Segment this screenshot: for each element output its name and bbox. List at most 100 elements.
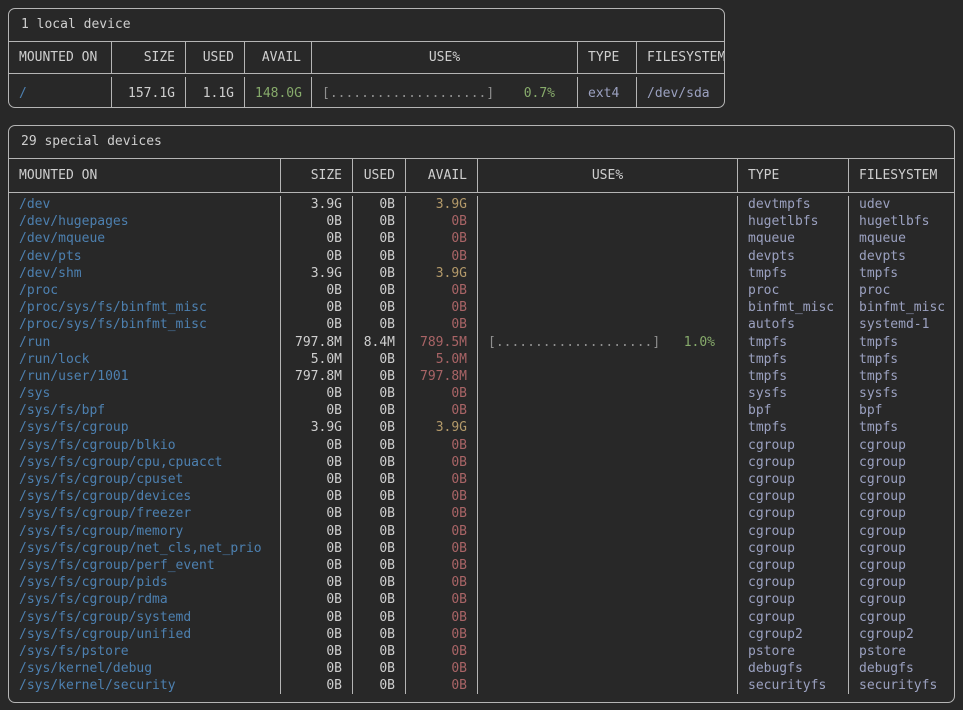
cell-used: 0B	[353, 282, 406, 299]
cell-use-percent: [....................]0.7%	[312, 77, 578, 108]
cell-mounted-on: /sys/fs/cgroup	[9, 419, 281, 436]
cell-size: 0B	[281, 557, 353, 574]
cell-use-percent	[478, 574, 738, 591]
column-header-mounted-on: MOUNTED ON	[9, 42, 112, 73]
column-header-used: USED	[353, 159, 406, 192]
cell-filesystem: tmpfs	[849, 334, 954, 351]
table-row: /sys0B0B0Bsysfssysfs	[9, 385, 954, 402]
special-devices-header: MOUNTED ON SIZE USED AVAIL USE% TYPE FIL…	[9, 159, 954, 193]
usage-percent: 0.7%	[524, 77, 555, 108]
cell-avail: 0B	[406, 282, 478, 299]
cell-mounted-on: /sys/fs/bpf	[9, 402, 281, 419]
cell-filesystem: tmpfs	[849, 368, 954, 385]
column-header-used: USED	[186, 42, 245, 73]
cell-used: 0B	[353, 265, 406, 282]
cell-use-percent	[478, 471, 738, 488]
column-header-size: SIZE	[112, 42, 186, 73]
cell-type: tmpfs	[738, 265, 849, 282]
cell-avail: 148.0G	[245, 77, 312, 108]
cell-use-percent	[478, 609, 738, 626]
cell-use-percent	[478, 677, 738, 694]
cell-filesystem: cgroup	[849, 557, 954, 574]
cell-filesystem: hugetlbfs	[849, 213, 954, 230]
cell-avail: 797.8M	[406, 368, 478, 385]
cell-filesystem: binfmt_misc	[849, 299, 954, 316]
cell-filesystem: bpf	[849, 402, 954, 419]
table-row: /dev/hugepages0B0B0Bhugetlbfshugetlbfs	[9, 213, 954, 230]
cell-type: securityfs	[738, 677, 849, 694]
table-row: /dev/shm3.9G0B3.9Gtmpfstmpfs	[9, 265, 954, 282]
cell-filesystem: cgroup	[849, 471, 954, 488]
cell-type: cgroup	[738, 591, 849, 608]
cell-size: 5.0M	[281, 351, 353, 368]
cell-used: 1.1G	[186, 77, 245, 108]
cell-mounted-on: /proc	[9, 282, 281, 299]
cell-use-percent	[478, 299, 738, 316]
cell-size: 797.8M	[281, 368, 353, 385]
cell-use-percent	[478, 368, 738, 385]
cell-avail: 0B	[406, 213, 478, 230]
cell-use-percent	[478, 265, 738, 282]
cell-filesystem: pstore	[849, 643, 954, 660]
cell-used: 0B	[353, 385, 406, 402]
table-row: /proc/sys/fs/binfmt_misc0B0B0Bautofssyst…	[9, 316, 954, 333]
cell-filesystem: cgroup	[849, 609, 954, 626]
cell-use-percent	[478, 230, 738, 247]
cell-size: 0B	[281, 454, 353, 471]
cell-mounted-on: /run/user/1001	[9, 368, 281, 385]
cell-used: 0B	[353, 419, 406, 436]
cell-use-percent	[478, 385, 738, 402]
cell-type: sysfs	[738, 385, 849, 402]
cell-type: cgroup	[738, 540, 849, 557]
cell-avail: 0B	[406, 505, 478, 522]
cell-type: debugfs	[738, 660, 849, 677]
cell-filesystem: securityfs	[849, 677, 954, 694]
cell-avail: 0B	[406, 488, 478, 505]
cell-size: 0B	[281, 574, 353, 591]
cell-size: 3.9G	[281, 419, 353, 436]
column-header-mounted-on: MOUNTED ON	[9, 159, 281, 192]
cell-used: 0B	[353, 351, 406, 368]
cell-filesystem: cgroup	[849, 540, 954, 557]
cell-avail: 0B	[406, 609, 478, 626]
cell-size: 0B	[281, 437, 353, 454]
table-row: /sys/fs/cgroup/blkio0B0B0Bcgroupcgroup	[9, 437, 954, 454]
table-row: /sys/fs/cgroup/freezer0B0B0Bcgroupcgroup	[9, 505, 954, 522]
cell-mounted-on: /sys/kernel/security	[9, 677, 281, 694]
table-row: /run/user/1001797.8M0B797.8Mtmpfstmpfs	[9, 368, 954, 385]
cell-use-percent	[478, 196, 738, 213]
usage-bar: [....................]	[488, 334, 660, 351]
table-row: /dev3.9G0B3.9Gdevtmpfsudev	[9, 196, 954, 213]
cell-size: 0B	[281, 677, 353, 694]
cell-mounted-on: /dev/shm	[9, 265, 281, 282]
cell-mounted-on: /sys/fs/cgroup/freezer	[9, 505, 281, 522]
cell-used: 0B	[353, 523, 406, 540]
cell-mounted-on: /dev	[9, 196, 281, 213]
table-row: /sys/fs/bpf0B0B0Bbpfbpf	[9, 402, 954, 419]
cell-used: 0B	[353, 248, 406, 265]
cell-type: devtmpfs	[738, 196, 849, 213]
cell-used: 0B	[353, 471, 406, 488]
column-header-filesystem: FILESYSTEM	[849, 159, 954, 192]
table-row: /sys/fs/cgroup/cpuset0B0B0Bcgroupcgroup	[9, 471, 954, 488]
cell-filesystem: cgroup	[849, 505, 954, 522]
column-header-size: SIZE	[281, 159, 353, 192]
table-row: /proc0B0B0Bprocproc	[9, 282, 954, 299]
column-header-type: TYPE	[738, 159, 849, 192]
usage-percent: 1.0%	[684, 334, 715, 351]
table-row: /157.1G1.1G148.0G[....................]0…	[9, 77, 724, 108]
cell-filesystem: cgroup	[849, 523, 954, 540]
cell-use-percent	[478, 419, 738, 436]
cell-filesystem: systemd-1	[849, 316, 954, 333]
special-devices-rows: /dev3.9G0B3.9Gdevtmpfsudev/dev/hugepages…	[9, 193, 954, 699]
cell-mounted-on: /sys/fs/cgroup/devices	[9, 488, 281, 505]
cell-avail: 0B	[406, 540, 478, 557]
cell-size: 3.9G	[281, 196, 353, 213]
cell-used: 0B	[353, 230, 406, 247]
cell-mounted-on: /proc/sys/fs/binfmt_misc	[9, 299, 281, 316]
cell-use-percent	[478, 454, 738, 471]
cell-avail: 0B	[406, 454, 478, 471]
cell-avail: 0B	[406, 299, 478, 316]
cell-used: 0B	[353, 643, 406, 660]
cell-avail: 789.5M	[406, 334, 478, 351]
